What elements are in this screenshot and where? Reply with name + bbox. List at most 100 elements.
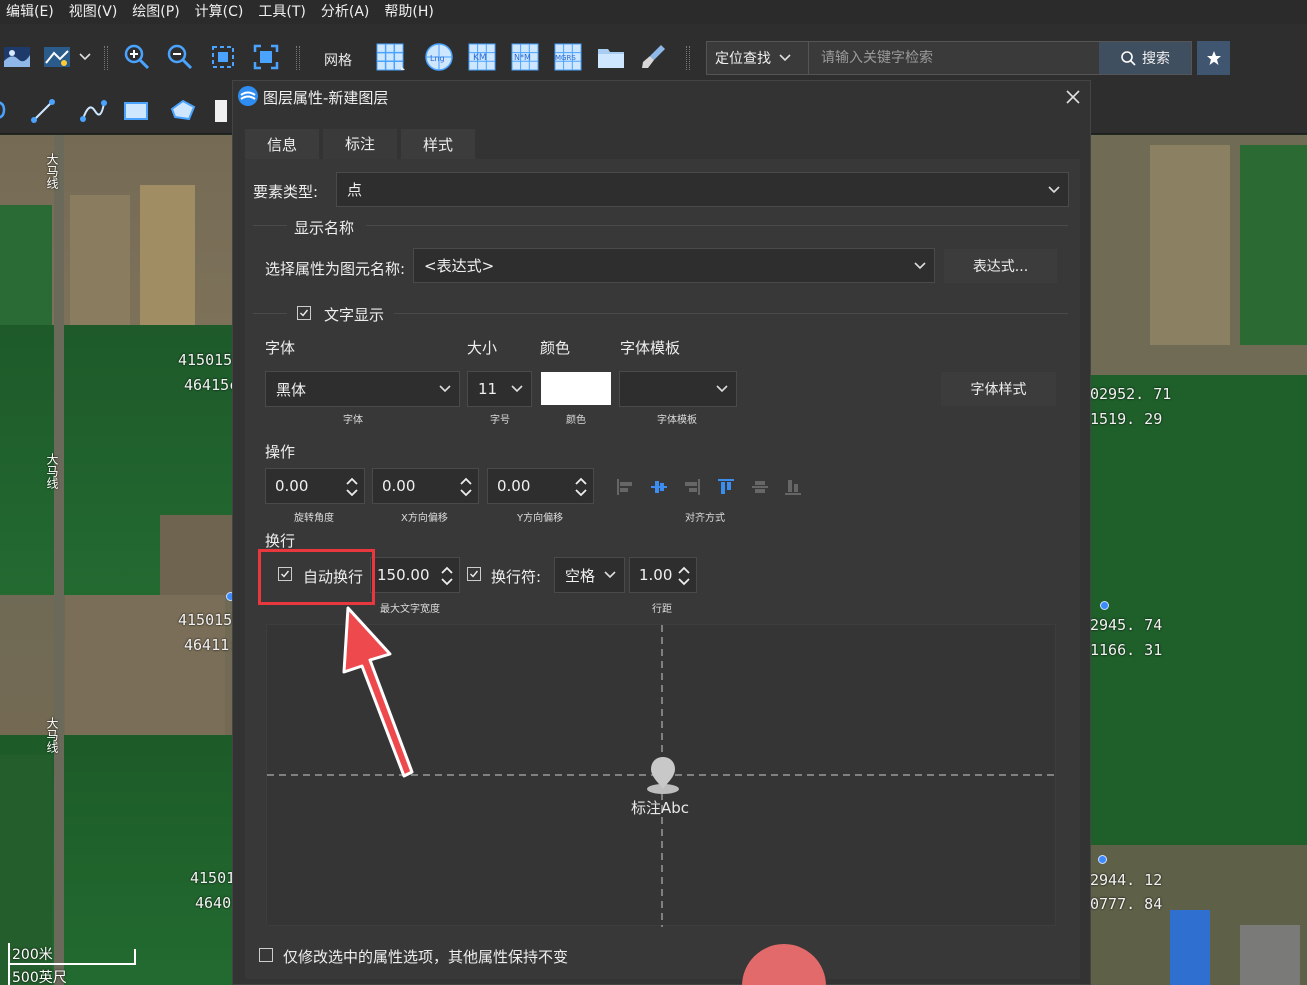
map-coord-label: 1166. 31 [1090,641,1163,659]
font-caption: 字体 [343,415,363,426]
max-width-value: 150.00 [377,566,430,584]
align-bottom-button[interactable] [776,471,810,503]
max-width-input[interactable]: 150.00 [370,557,460,593]
menu-draw[interactable]: 绘图(P) [126,0,188,24]
curve-icon[interactable] [78,96,108,126]
road-label: 大马线 [45,453,59,489]
align-right-button[interactable] [675,471,709,503]
font-template-select[interactable] [619,371,737,407]
zoom-out-icon[interactable] [165,42,195,72]
color-header: 颜色 [540,339,571,357]
full-extent-icon[interactable] [251,42,281,72]
expression-button[interactable]: 表达式... [944,249,1057,283]
chevron-down-icon [604,571,616,579]
map-point-marker[interactable] [1098,855,1107,864]
point-icon[interactable] [0,96,12,126]
locate-mode-label: 定位查找 [715,51,771,67]
field-patch [70,195,130,325]
locate-mode-select[interactable]: 定位查找 [707,42,809,74]
km-grid-icon[interactable]: KM [467,42,497,72]
wrap-char-select[interactable]: 空格 [554,557,625,593]
color-caption: 颜色 [566,415,586,426]
polygon-icon[interactable] [168,96,198,126]
favorite-button[interactable] [1197,41,1230,75]
locate-search-input[interactable] [809,42,1099,74]
map-coord-label: 46415c [184,376,239,394]
app-logo-icon [238,86,258,106]
align-right-icon [685,479,701,495]
chevron-down-icon [439,385,451,393]
draw-more-icon[interactable] [210,96,230,126]
align-top-button[interactable] [709,471,743,503]
rotation-input[interactable]: 0.00 [265,468,365,504]
attr-name-select[interactable]: <表达式> [413,248,935,283]
check-icon [470,570,479,578]
nm-grid-icon[interactable]: N*M [510,42,540,72]
align-center-button[interactable] [642,471,676,503]
satellite-layer-icon[interactable] [42,42,72,72]
chevron-down-icon [716,385,728,393]
menu-tools[interactable]: 工具(T) [252,0,314,24]
menu-analysis[interactable]: 分析(A) [315,0,379,24]
feature-type-select[interactable]: 点 [336,172,1069,207]
tab-style[interactable]: 样式 [401,129,475,159]
wrap-char-checkbox[interactable] [467,567,481,581]
font-size-value: 11 [478,380,498,398]
menu-help[interactable]: 帮助(H) [378,0,442,24]
spinner-arrows-icon[interactable] [460,475,472,499]
x-offset-input[interactable]: 0.00 [372,468,479,504]
svg-text:KM: KM [473,53,487,63]
menu-calculate[interactable]: 计算(C) [189,0,253,24]
y-offset-value: 0.00 [497,477,531,495]
menu-edit[interactable]: 编辑(E) [0,0,63,24]
font-style-button[interactable]: 字体样式 [941,372,1056,406]
tab-label[interactable]: 标注 [323,129,397,159]
dialog-title: 图层属性-新建图层 [263,89,389,107]
chevron-down-icon [511,385,523,393]
zoom-in-icon[interactable] [122,42,152,72]
text-display-checkbox[interactable] [297,306,311,320]
mgrs-grid-icon[interactable]: MGRS [553,42,583,72]
building-roof [1240,925,1300,985]
align-caption: 对齐方式 [685,513,725,524]
align-middle-button[interactable] [743,471,777,503]
y-offset-input[interactable]: 0.00 [487,468,594,504]
search-button[interactable]: 搜索 [1099,42,1191,74]
align-top-icon [717,479,734,494]
satellite-icon[interactable] [2,42,32,72]
spinner-arrows-icon[interactable] [575,475,587,499]
spinner-arrows-icon[interactable] [678,564,690,588]
zoom-extent-icon[interactable] [208,42,238,72]
chevron-down-icon[interactable] [74,42,96,72]
dialog-title-bar[interactable]: 图层属性-新建图层 [233,81,1090,113]
font-color-swatch[interactable] [541,372,611,405]
folder-icon[interactable] [596,42,626,72]
map-point-marker[interactable] [1100,601,1109,610]
polyline-icon[interactable] [28,96,58,126]
clear-icon[interactable] [639,42,669,72]
map-coord-label: 4640 [195,894,232,912]
only-modify-checkbox[interactable] [259,948,273,962]
lnglat-grid-icon[interactable]: Lng [424,42,454,72]
toolbar-separator [686,46,690,70]
spinner-arrows-icon[interactable] [441,564,453,588]
menu-bar: 编辑(E) 视图(V) 绘图(P) 计算(C) 工具(T) 分析(A) 帮助(H… [0,0,1307,24]
x-offset-caption: X方向偏移 [401,513,448,524]
wrap-char-value: 空格 [565,566,596,585]
preview-label-text: 标注Abc [631,799,690,817]
font-size-select[interactable]: 11 [467,371,532,407]
line-spacing-value: 1.00 [639,566,673,584]
scale-imperial: 500英尺 [12,970,67,985]
tab-info[interactable]: 信息 [245,129,319,159]
map-scale-bar: 200米 500英尺 [6,943,136,985]
map-coord-label: 41501 [190,869,236,887]
spinner-arrows-icon[interactable] [346,475,358,499]
menu-view[interactable]: 视图(V) [63,0,127,24]
align-left-button[interactable] [608,471,642,503]
close-button[interactable] [1061,85,1085,109]
rectangle-icon[interactable] [121,96,151,126]
font-family-select[interactable]: 黑体 [265,371,460,407]
line-spacing-input[interactable]: 1.00 [629,557,697,593]
grid-icon[interactable] [375,42,405,72]
star-icon [1206,51,1221,65]
